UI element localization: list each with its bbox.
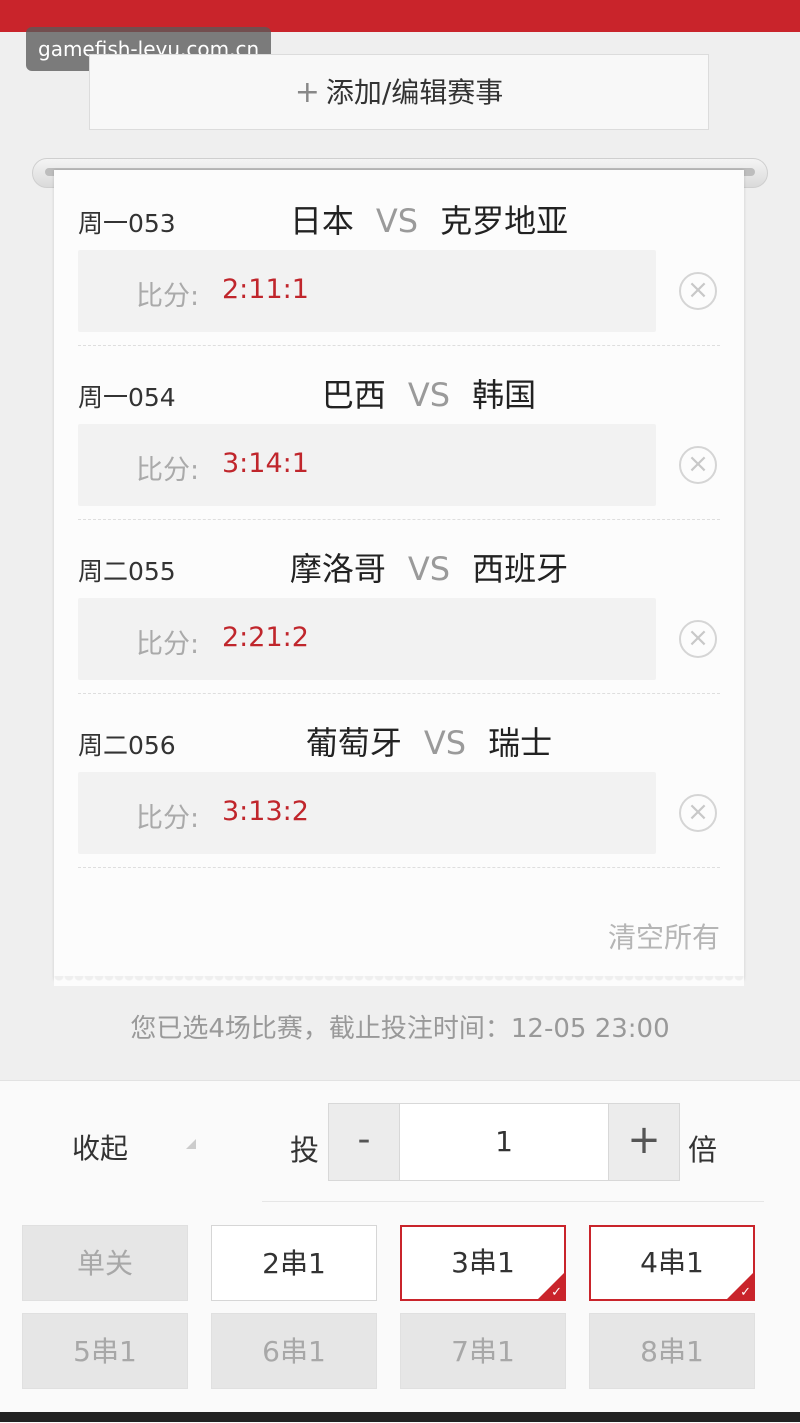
combo-single[interactable]: 单关 [22,1225,188,1301]
combo-5x1[interactable]: 5串1 [22,1313,188,1389]
score-label: 比分: [136,629,200,660]
away-team: 瑞士 [488,724,553,762]
match-teams: 日本 VS 克罗地亚 [204,196,654,242]
score-label: 比分: [136,455,200,486]
check-icon: ✓ [551,1285,562,1300]
match-code: 周二056 [78,731,176,760]
collapse-button[interactable]: 收起 [72,1127,128,1167]
multiplier-label: 倍 [688,1133,718,1167]
plus-icon: + [294,75,320,110]
away-team: 韩国 [472,376,537,414]
match-row: 周二055 摩洛哥 VS 西班牙 比分: 2:21:2 × [54,518,744,694]
bet-panel: 收起 投 - 1 + 倍 单关 2串1 3串1 ✓ 4串1 ✓ 5串1 6串1 7串… [0,1080,800,1423]
score-value: 2:11:1 [222,274,309,305]
combo-3x1[interactable]: 3串1 ✓ [400,1225,566,1301]
combo-label: 8串1 [640,1335,704,1368]
add-edit-label: 添加/编辑赛事 [325,76,504,109]
match-code: 周一053 [78,209,176,238]
combo-label: 单关 [76,1247,133,1280]
multiplier-stepper: - 1 + [328,1103,680,1181]
vs-label: VS [375,202,419,240]
combo-label: 2串1 [262,1247,326,1280]
check-icon: ✓ [740,1285,751,1300]
score-label: 比分: [136,281,200,312]
match-teams: 摩洛哥 VS 西班牙 [204,544,654,590]
score-selection[interactable]: 比分: 2:11:1 [78,250,656,332]
multiplier-input[interactable]: 1 [399,1104,609,1180]
match-code: 周一054 [78,383,176,412]
score-value: 3:13:2 [222,796,309,827]
divider [78,867,720,868]
home-team: 摩洛哥 [289,550,386,588]
remove-match-icon[interactable]: × [679,272,717,310]
increase-button[interactable]: + [608,1104,679,1180]
match-row: 周一054 巴西 VS 韩国 比分: 3:14:1 × [54,344,744,520]
vs-label: VS [423,724,467,762]
combo-6x1[interactable]: 6串1 [211,1313,377,1389]
divider [262,1201,764,1202]
score-value: 2:21:2 [222,622,309,653]
nav-bar-edge [0,1412,800,1422]
ticket-torn-edge [54,976,744,986]
score-selection[interactable]: 比分: 3:13:2 [78,772,656,854]
remove-match-icon[interactable]: × [679,794,717,832]
match-teams: 葡萄牙 VS 瑞士 [204,718,654,764]
combo-label: 4串1 [640,1246,704,1279]
home-team: 葡萄牙 [305,724,402,762]
match-teams: 巴西 VS 韩国 [204,370,654,416]
away-team: 西班牙 [472,550,569,588]
decrease-button[interactable]: - [329,1104,400,1180]
combo-7x1[interactable]: 7串1 [400,1313,566,1389]
match-code: 周二055 [78,557,176,586]
vs-label: VS [407,550,451,588]
remove-match-icon[interactable]: × [679,446,717,484]
away-team: 克罗地亚 [440,202,569,240]
combo-4x1[interactable]: 4串1 ✓ [589,1225,755,1301]
combo-label: 7串1 [451,1335,515,1368]
combo-2x1[interactable]: 2串1 [211,1225,377,1301]
remove-match-icon[interactable]: × [679,620,717,658]
score-label: 比分: [136,803,200,834]
match-row: 周二056 葡萄牙 VS 瑞士 比分: 3:13:2 × [54,692,744,868]
score-selection[interactable]: 比分: 3:14:1 [78,424,656,506]
combo-label: 3串1 [451,1246,515,1279]
score-selection[interactable]: 比分: 2:21:2 [78,598,656,680]
selection-summary: 您已选4场比赛，截止投注时间：12-05 23:00 [130,1014,670,1044]
bet-ticket: 周一053 日本 VS 克罗地亚 比分: 2:11:1 × 周一054 巴西 VS 韩国… [54,170,744,980]
clear-all-button[interactable]: 清空所有 [608,916,720,956]
combo-8x1[interactable]: 8串1 [589,1313,755,1389]
score-value: 3:14:1 [222,448,309,479]
home-team: 巴西 [321,376,386,414]
vs-label: VS [407,376,451,414]
combo-label: 5串1 [73,1335,137,1368]
match-row: 周一053 日本 VS 克罗地亚 比分: 2:11:1 × [54,170,744,346]
combo-label: 6串1 [262,1335,326,1368]
collapse-arrow-icon[interactable] [186,1139,196,1149]
add-edit-matches-button[interactable]: + 添加/编辑赛事 [89,54,709,130]
bet-label: 投 [290,1133,320,1167]
home-team: 日本 [289,202,354,240]
